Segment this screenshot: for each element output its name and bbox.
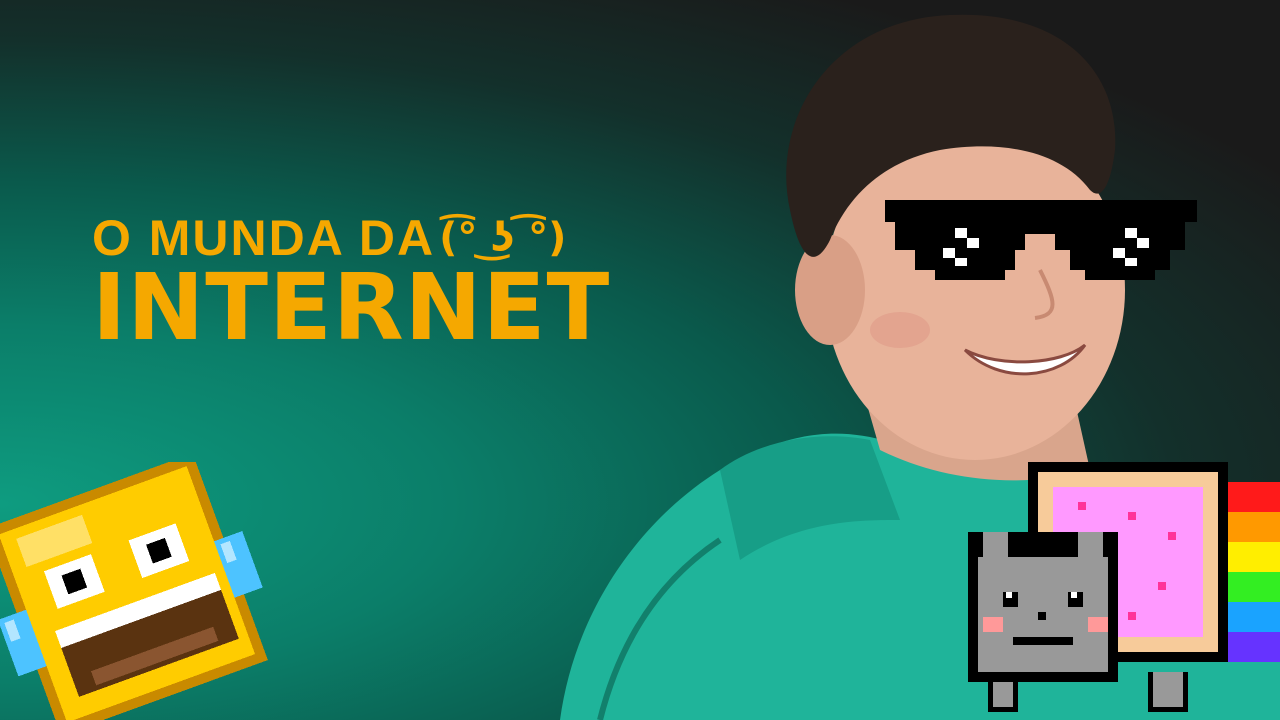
thumbnail-canvas: O MUNDA DA (͡° ͜ʖ ͡°) INTERNET bbox=[0, 0, 1280, 720]
nyan-cat-icon bbox=[968, 462, 1280, 712]
title-line-2: INTERNET bbox=[92, 254, 611, 361]
thumbnail-title: O MUNDA DA (͡° ͜ʖ ͡°) INTERNET bbox=[92, 210, 752, 354]
pixel-laughing-emoji-icon bbox=[0, 462, 268, 720]
pixel-sunglasses-icon bbox=[885, 200, 1197, 280]
